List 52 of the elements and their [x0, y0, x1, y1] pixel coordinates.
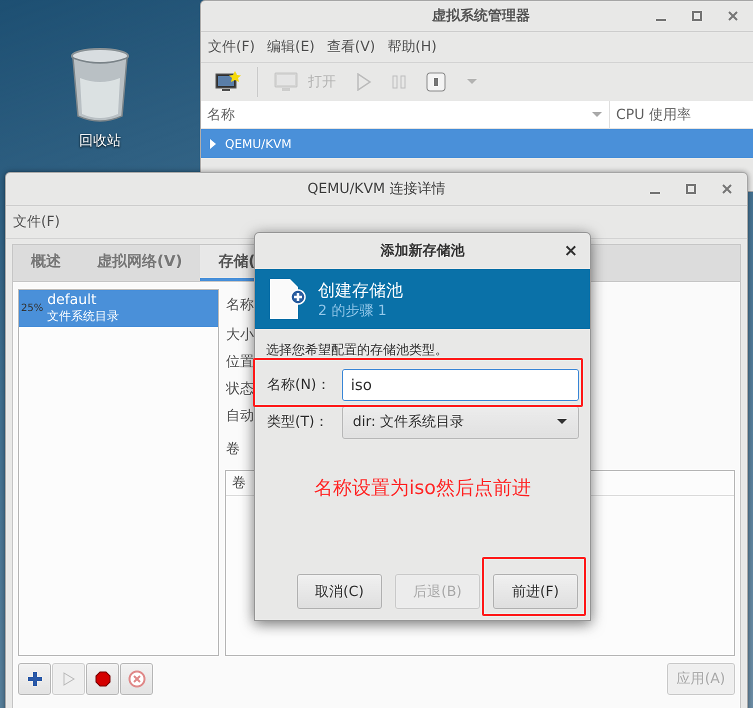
monitor-icon [274, 72, 298, 92]
field-label: 大小 [225, 326, 254, 344]
trash-label[interactable]: 回收站 [79, 132, 121, 150]
add-pool-button[interactable] [18, 663, 51, 695]
close-icon[interactable] [727, 10, 739, 22]
field-label: 自动 [225, 406, 254, 426]
tab[interactable]: 虚拟网络(V) [79, 245, 200, 281]
window-title: 虚拟系统管理器 [432, 7, 530, 25]
menu-item[interactable]: 文件(F) [205, 38, 258, 56]
stop-icon [94, 671, 110, 687]
play-icon [356, 73, 372, 91]
volumes-label: 卷 [225, 440, 240, 459]
step-indicator: 2 的步骤 1 [318, 302, 388, 320]
caret-icon [466, 78, 478, 86]
menu-item[interactable]: 文件(F) [10, 213, 63, 231]
play-icon [62, 672, 74, 686]
expander-icon[interactable] [209, 138, 217, 148]
field-label: 名称(N)： [266, 376, 332, 394]
close-button[interactable]: × [564, 241, 578, 261]
menu-item[interactable]: 帮助(H) [384, 38, 440, 56]
dialog-button[interactable]: 前进(F) [493, 574, 578, 609]
new-document-icon [268, 277, 306, 321]
plus-icon [26, 671, 42, 687]
column-header[interactable]: 名称 [201, 101, 610, 128]
delete-icon [128, 670, 146, 688]
type-dropdown[interactable]: dir: 文件系统目录 [342, 406, 579, 438]
annotation-text: 名称设置为iso然后点前进 [314, 476, 531, 501]
maximize-icon[interactable] [685, 183, 697, 195]
monitor-star-icon [215, 71, 241, 93]
caret-icon [556, 418, 568, 426]
name-field[interactable]: iso [342, 369, 579, 401]
power-switch-icon [426, 72, 446, 92]
close-icon[interactable] [721, 183, 733, 195]
window-title: QEMU/KVM 连接详情 [307, 180, 446, 198]
field-label: 名称 [225, 296, 254, 315]
prompt-text: 选择您希望配置的存储池类型。 [266, 342, 449, 359]
dialog-title: 添加新存储池 [380, 242, 464, 260]
trash-bin-icon[interactable] [70, 48, 130, 124]
maximize-icon[interactable] [691, 10, 703, 22]
field-label: 类型(T)： [266, 413, 330, 431]
field-label: 状态 [225, 380, 254, 398]
column-header[interactable]: 卷 [232, 474, 246, 492]
tab[interactable]: 概述 [13, 245, 79, 281]
stop-pool-button[interactable] [86, 663, 119, 695]
banner-heading: 创建存储池 [318, 280, 403, 302]
caret-icon[interactable] [591, 110, 603, 118]
connection-row[interactable]: QEMU/KVM [201, 129, 753, 158]
menu-item[interactable]: 编辑(E) [264, 38, 318, 56]
column-header[interactable]: CPU 使用率 [610, 101, 753, 128]
dialog-button[interactable]: 取消(C) [297, 574, 382, 609]
menu-item[interactable]: 查看(V) [324, 38, 378, 56]
pause-icon [392, 75, 406, 89]
